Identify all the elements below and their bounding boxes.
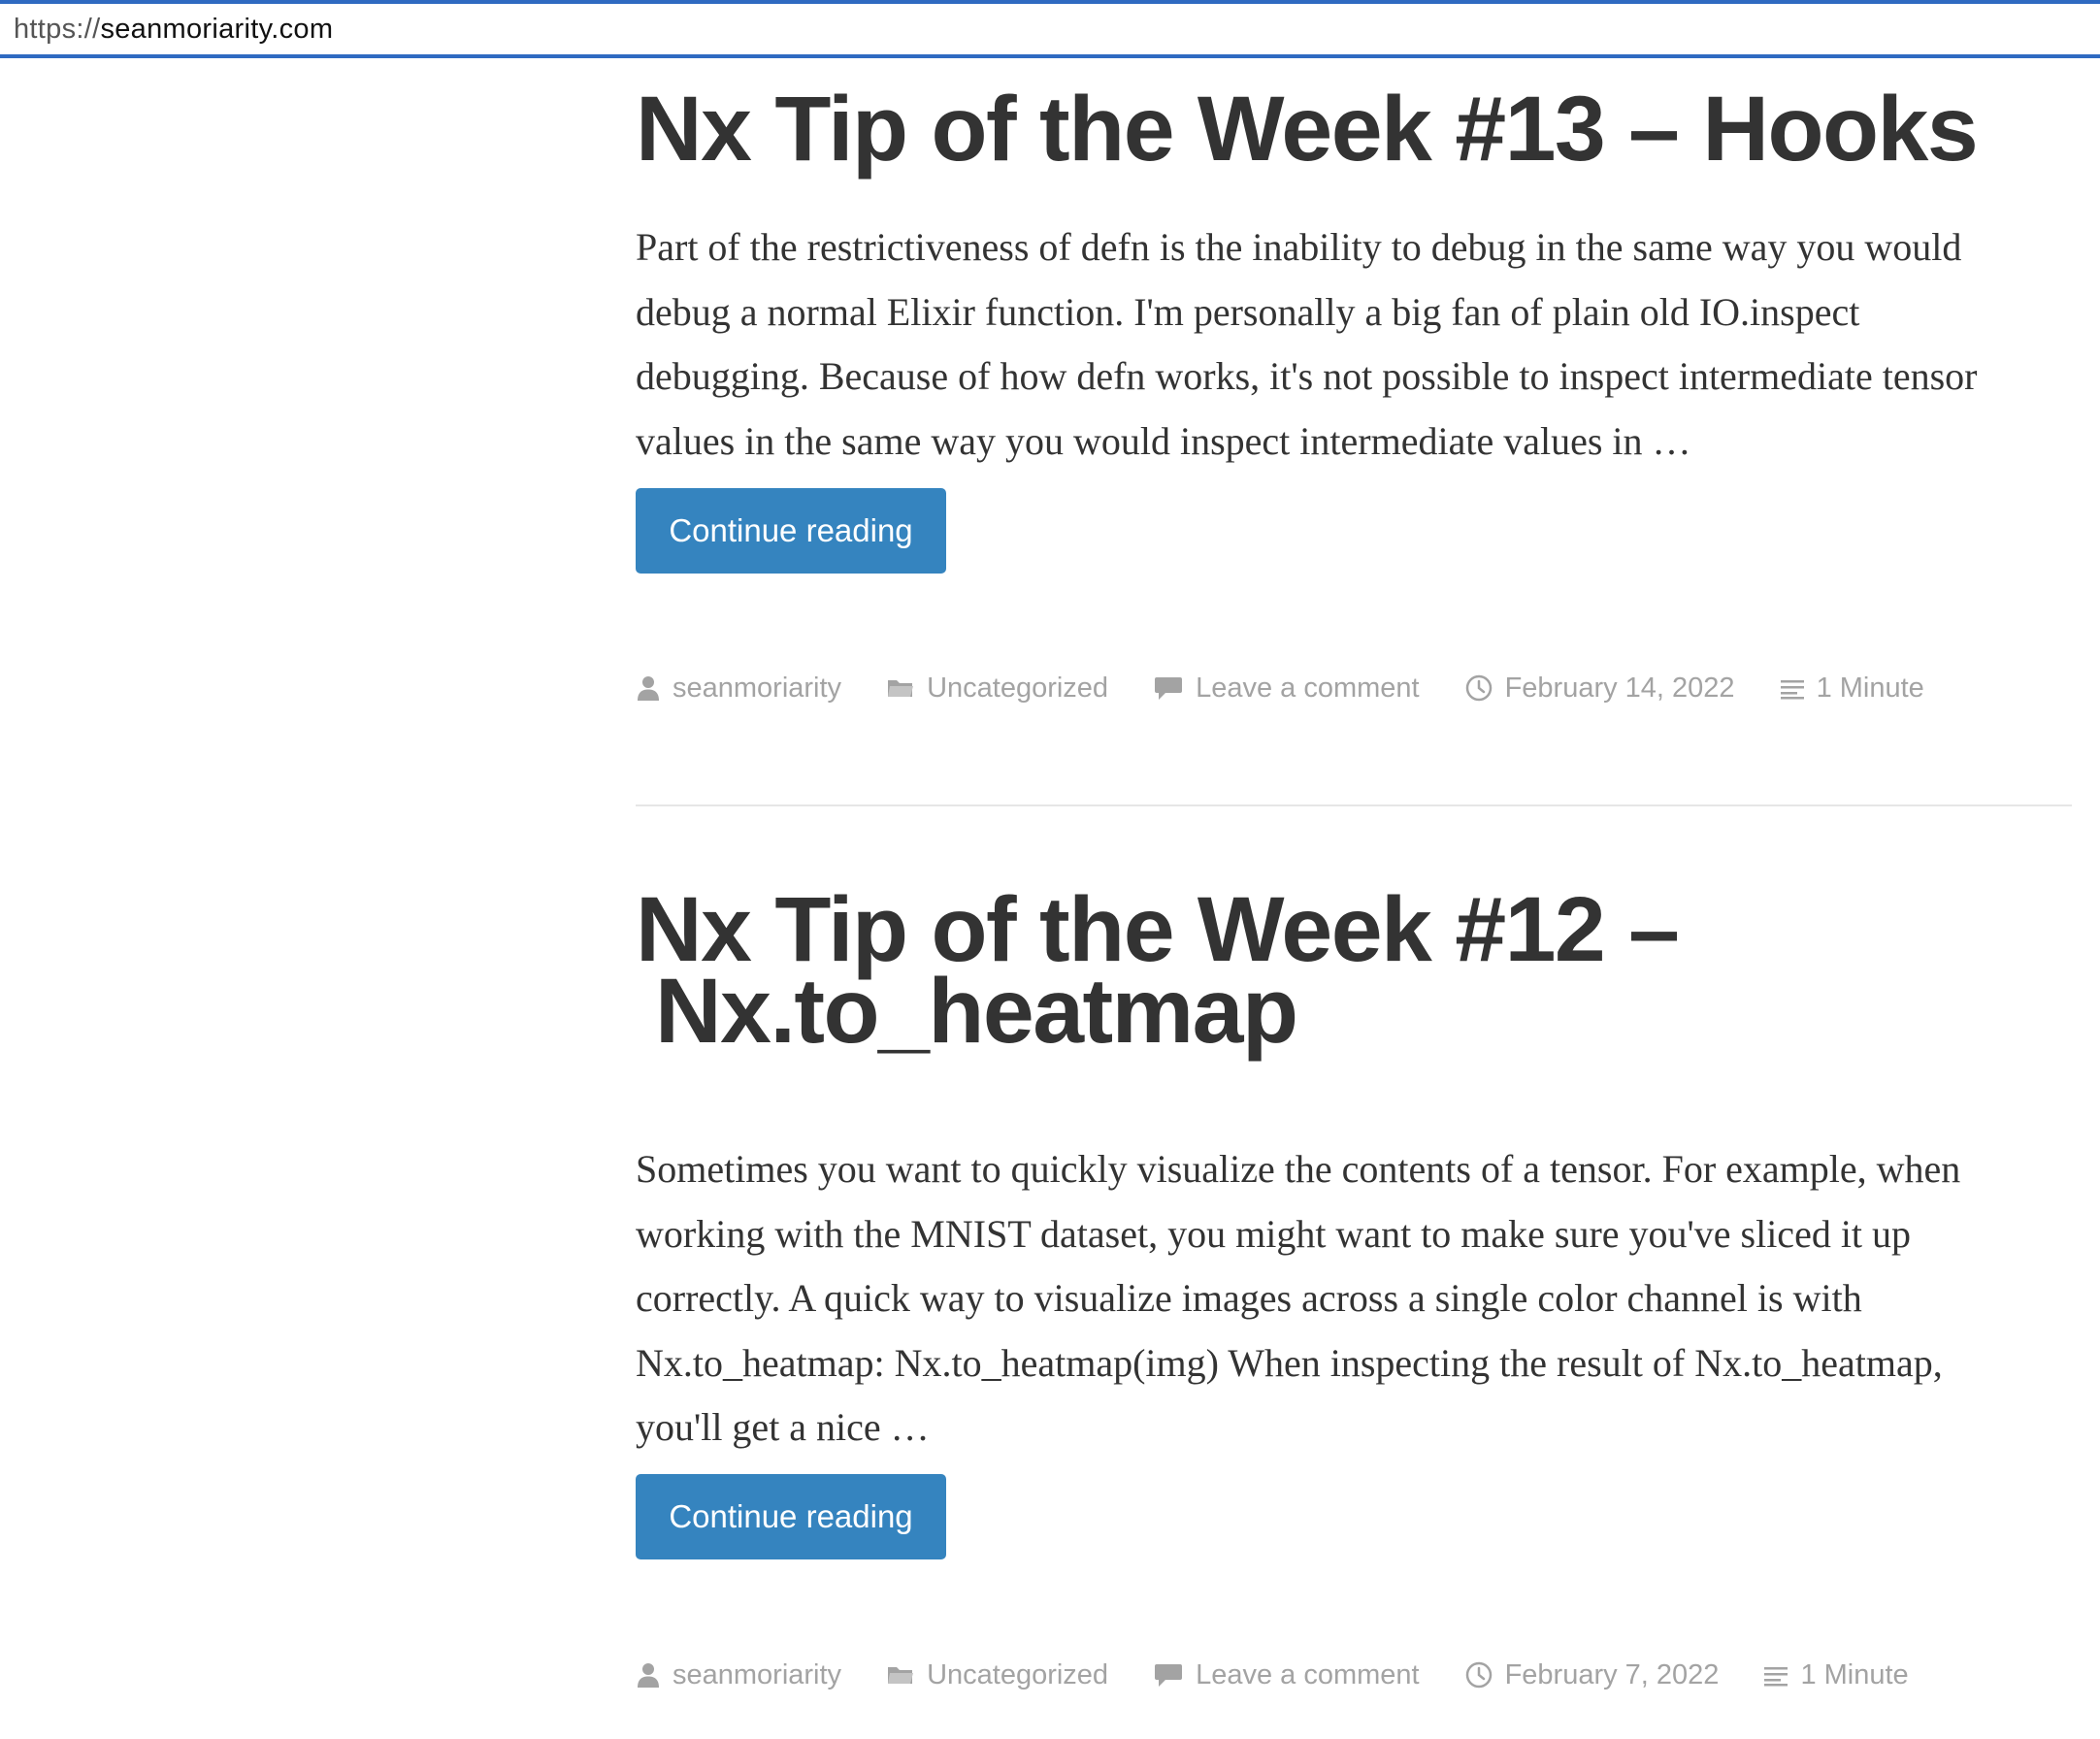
person-icon — [638, 1663, 659, 1688]
meta-reading-time: 1 Minute — [1780, 673, 1924, 705]
meta-comments[interactable]: Leave a comment — [1153, 673, 1420, 705]
date-link[interactable]: February 14, 2022 — [1505, 673, 1735, 705]
excerpt-line: Nx.to_heatmap: Nx.to_heatmap(img) When i… — [636, 1340, 1943, 1385]
meta-author[interactable]: seanmoriarity — [636, 1659, 841, 1691]
comments-link[interactable]: Leave a comment — [1196, 1659, 1420, 1691]
excerpt-line: Part of the restrictiveness of defn is t… — [636, 225, 1962, 269]
folder-icon — [888, 680, 914, 697]
clock-icon — [1465, 674, 1492, 702]
date-link[interactable]: February 7, 2022 — [1505, 1659, 1720, 1691]
excerpt-line: Sometimes you want to quickly visualize … — [636, 1147, 1961, 1191]
post-meta: seanmoriarity Uncategorized Leave a comm… — [636, 1656, 1909, 1694]
address-bar[interactable]: https://seanmoriarity.com — [0, 0, 2100, 58]
meta-comments[interactable]: Leave a comment — [1153, 1659, 1420, 1691]
category-link[interactable]: Uncategorized — [927, 673, 1108, 705]
excerpt-line: correctly. A quick way to visualize imag… — [636, 1276, 1862, 1320]
meta-author[interactable]: seanmoriarity — [636, 673, 841, 705]
post-divider — [636, 804, 2072, 806]
meta-date[interactable]: February 14, 2022 — [1464, 673, 1735, 705]
speech-bubble-icon — [1155, 677, 1183, 700]
reading-time-text: 1 Minute — [1816, 672, 1924, 704]
excerpt-line: working with the MNIST dataset, you migh… — [636, 1211, 1912, 1256]
continue-reading-button[interactable]: Continue reading — [636, 488, 946, 574]
meta-category[interactable]: Uncategorized — [886, 1659, 1108, 1691]
excerpt-line: debugging. Because of how defn works, it… — [636, 354, 1978, 398]
author-link[interactable]: seanmoriarity — [673, 1659, 841, 1691]
person-icon — [638, 676, 659, 701]
post-title-line[interactable]: Nx Tip of the Week #13 – Hooks — [636, 83, 2072, 176]
post-meta-wrap: seanmoriarity Uncategorized Leave a comm… — [636, 1656, 2072, 1694]
meta-category[interactable]: Uncategorized — [886, 673, 1108, 705]
author-link[interactable]: seanmoriarity — [673, 673, 841, 705]
reading-time-text: 1 Minute — [1800, 1658, 1909, 1690]
post-excerpt-block: Part of the restrictiveness of defn is t… — [636, 215, 2072, 474]
clock-icon — [1465, 1661, 1492, 1689]
post-title[interactable]: Nx Tip of the Week #12 – Nx.to_heatmap — [636, 884, 2072, 1058]
post-meta: seanmoriarity Uncategorized Leave a comm… — [636, 669, 1924, 707]
post-title-line[interactable]: Nx.to_heatmap — [636, 966, 2072, 1058]
excerpt-line: debug a normal Elixir function. I'm pers… — [636, 289, 1860, 334]
post-article: Nx Tip of the Week #12 – Nx.to_heatmap — [636, 884, 2072, 1058]
lines-icon — [1780, 680, 1804, 700]
excerpt-line: values in the same way you would inspect… — [636, 418, 1691, 463]
url-text[interactable]: https://seanmoriarity.com — [14, 14, 333, 46]
post-excerpt-block: Sometimes you want to quickly visualize … — [636, 1137, 2072, 1460]
meta-date[interactable]: February 7, 2022 — [1464, 1659, 1720, 1691]
excerpt-line: you'll get a nice … — [636, 1405, 930, 1449]
url-scheme: https:// — [14, 14, 101, 45]
post-excerpt: Part of the restrictiveness of defn is t… — [636, 215, 2062, 474]
url-host: seanmoriarity.com — [100, 14, 334, 45]
category-link[interactable]: Uncategorized — [927, 1659, 1108, 1691]
comments-link[interactable]: Leave a comment — [1196, 673, 1420, 705]
lines-icon — [1764, 1667, 1788, 1687]
post-article: Nx Tip of the Week #13 – Hooks — [636, 83, 2072, 176]
post-excerpt: Sometimes you want to quickly visualize … — [636, 1137, 2062, 1460]
speech-bubble-icon — [1155, 1664, 1183, 1687]
continue-reading-button[interactable]: Continue reading — [636, 1474, 946, 1559]
meta-reading-time: 1 Minute — [1763, 1658, 1909, 1691]
folder-icon — [888, 1667, 914, 1684]
post-title[interactable]: Nx Tip of the Week #13 – Hooks — [636, 83, 2072, 176]
post-meta-wrap: seanmoriarity Uncategorized Leave a comm… — [636, 669, 2072, 707]
